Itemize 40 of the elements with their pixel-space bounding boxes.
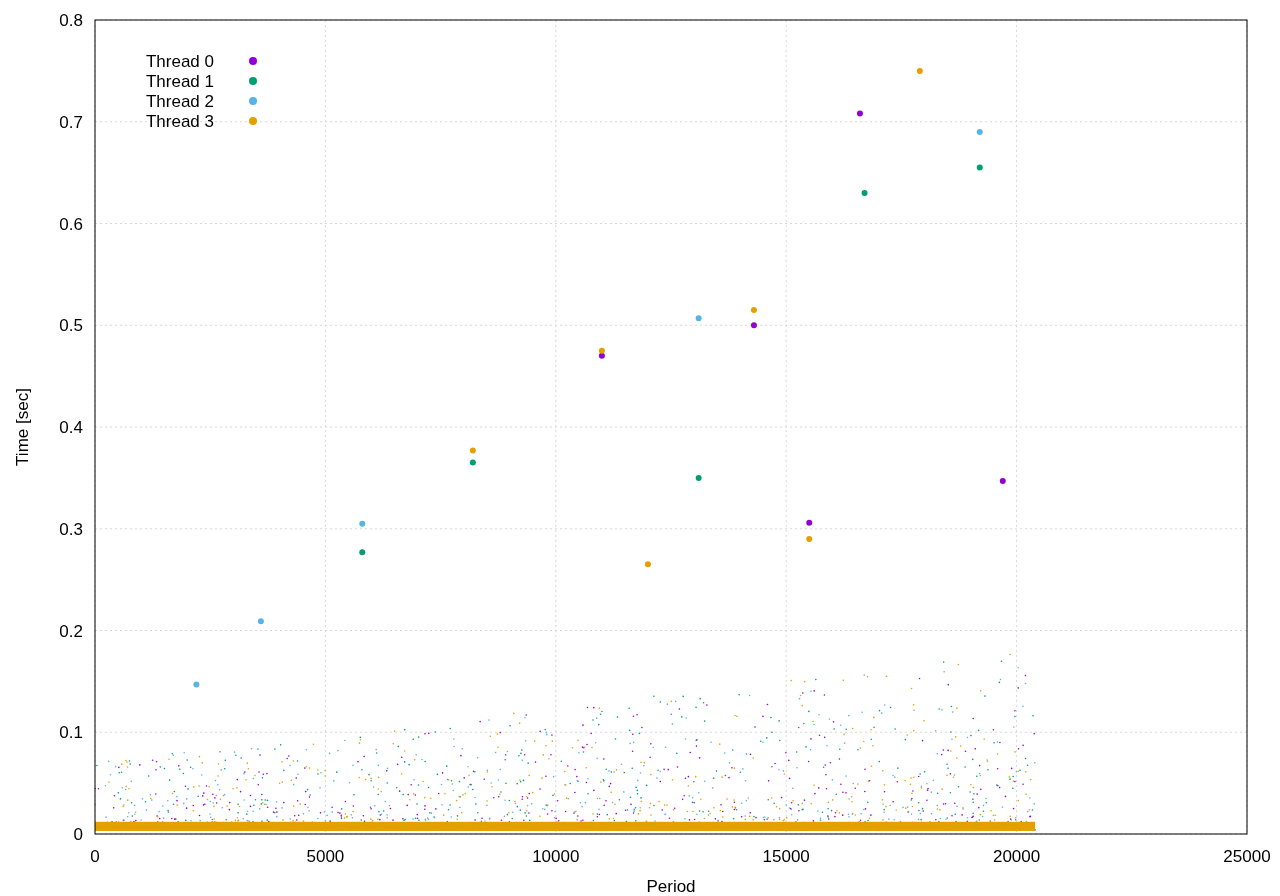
tick-label: 0.5 — [59, 316, 83, 336]
legend-label: Thread 0 — [145, 52, 214, 71]
tick-label: 10000 — [532, 847, 580, 866]
tick-label: 0.1 — [59, 723, 83, 743]
data-point — [695, 474, 702, 481]
tick-label: 0.3 — [59, 519, 83, 539]
tick-label: 0.7 — [59, 112, 83, 132]
tick-label: 0.8 — [59, 11, 83, 30]
tick-label: 0.2 — [59, 621, 83, 641]
data-point — [806, 535, 813, 542]
tick-label: 0.6 — [59, 214, 83, 234]
data-point — [861, 190, 868, 196]
tick-label: 0.4 — [59, 418, 83, 437]
data-point — [193, 681, 200, 688]
tick-label: 15000 — [762, 847, 810, 866]
tick-label: 0 — [90, 847, 100, 866]
legend-label: Thread 2 — [145, 92, 214, 111]
tick-label: 20000 — [992, 847, 1041, 866]
axis-title: Period — [646, 877, 696, 896]
tick-label: 25000 — [1223, 847, 1271, 866]
data-point — [359, 520, 366, 527]
data-point — [257, 618, 264, 625]
data-point — [469, 459, 476, 466]
data-point — [695, 315, 702, 322]
data-point — [806, 519, 813, 526]
data-point — [469, 447, 476, 454]
tick-label: 0 — [73, 825, 83, 844]
data-point — [359, 549, 366, 556]
axis-title: Time [sec] — [13, 388, 32, 466]
data-point — [750, 322, 757, 329]
data-point — [976, 164, 983, 171]
data-point — [856, 110, 863, 117]
tick-label: 5000 — [306, 847, 345, 866]
legend-label: Thread 3 — [145, 112, 214, 131]
data-point — [999, 477, 1006, 484]
data-point — [976, 128, 983, 135]
data-point — [916, 67, 923, 74]
data-point — [644, 561, 651, 568]
data-point — [750, 307, 757, 313]
legend-label: Thread 1 — [145, 72, 214, 91]
